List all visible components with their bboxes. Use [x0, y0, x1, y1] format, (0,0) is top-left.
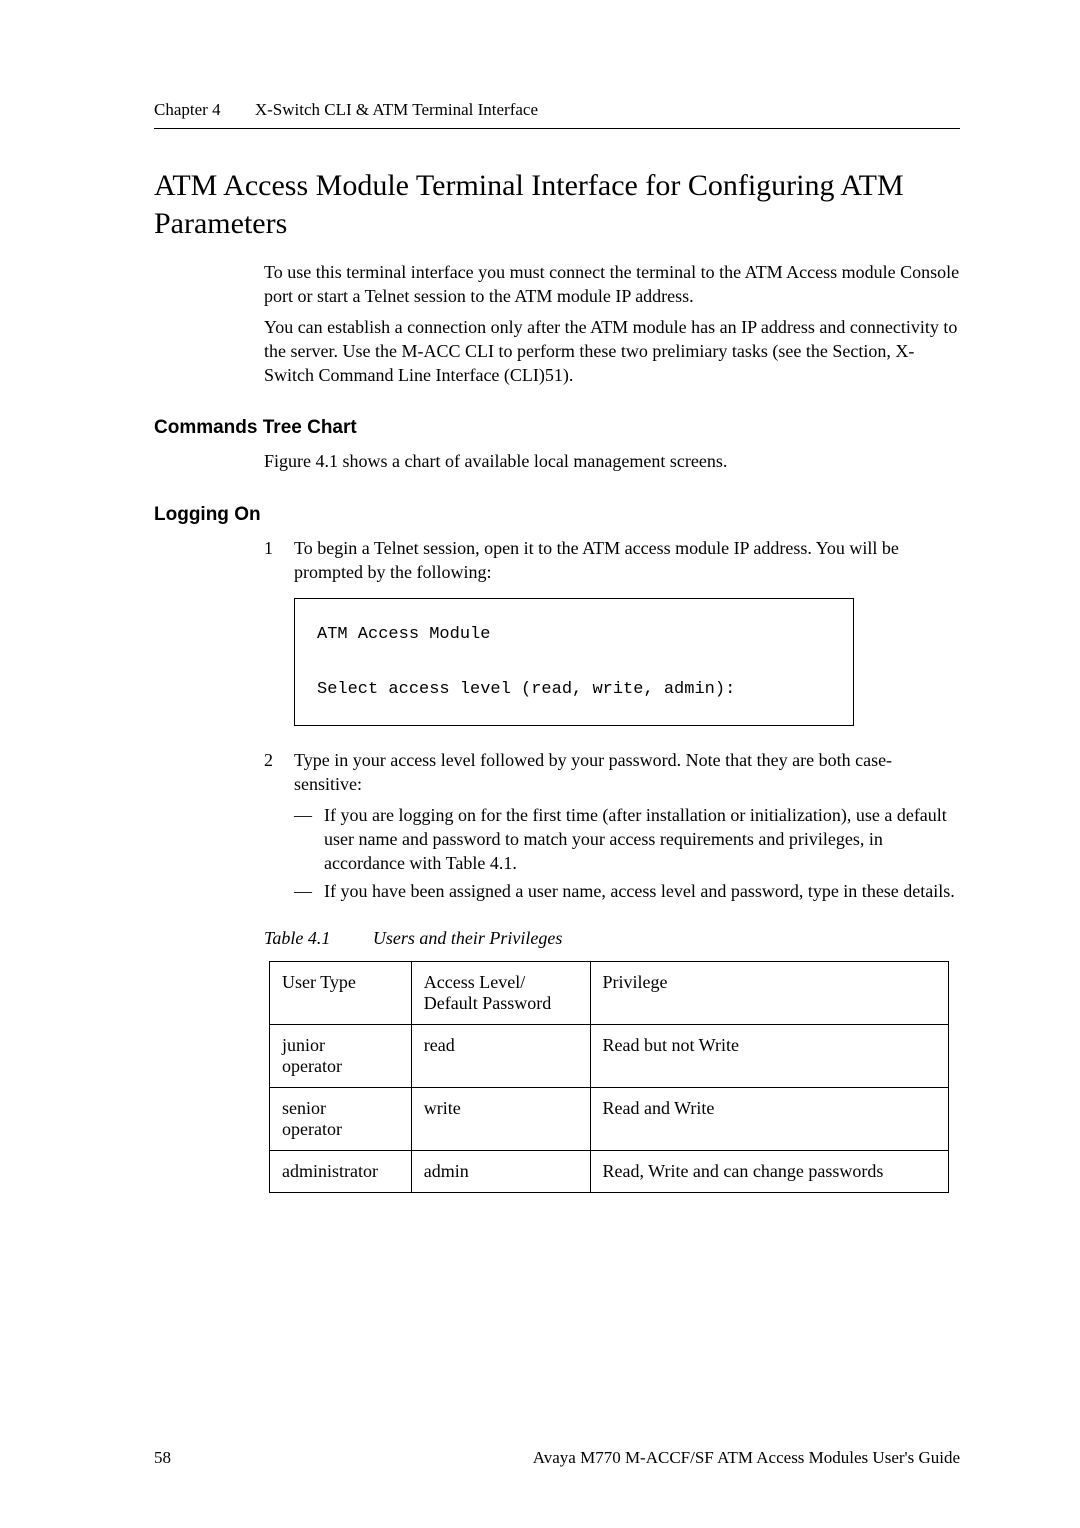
table-header-row: User Type Access Level/ Default Password…	[270, 961, 949, 1024]
step-2: 2 Type in your access level followed by …	[264, 748, 960, 908]
dash-icon: —	[294, 879, 324, 903]
chapter-label: Chapter 4	[154, 100, 221, 119]
intro-paragraph-2: You can establish a connection only afte…	[264, 315, 960, 388]
commands-tree-paragraph: Figure 4.1 shows a chart of available lo…	[264, 449, 960, 473]
col-access-level-line1: Access Level/	[424, 972, 525, 992]
running-header: Chapter 4 X-Switch CLI & ATM Terminal In…	[154, 100, 960, 120]
col-privilege: Privilege	[590, 961, 948, 1024]
commands-tree-text: Figure 4.1 shows a chart of available lo…	[264, 449, 960, 473]
privileges-table: User Type Access Level/ Default Password…	[269, 961, 949, 1193]
col-user-type: User Type	[270, 961, 412, 1024]
table-row: junior operator read Read but not Write	[270, 1024, 949, 1087]
step-2-number: 2	[264, 748, 294, 908]
commands-tree-heading: Commands Tree Chart	[154, 417, 960, 439]
cell-access-level: read	[411, 1024, 590, 1087]
doc-title: Avaya M770 M-ACCF/SF ATM Access Modules …	[533, 1448, 960, 1468]
cell-access-level: admin	[411, 1150, 590, 1192]
bullet-2-text: If you have been assigned a user name, a…	[324, 879, 960, 903]
cell-text: senior	[282, 1098, 326, 1118]
step-1: 1 To begin a Telnet session, open it to …	[264, 536, 960, 585]
section-title: ATM Access Module Terminal Interface for…	[154, 167, 960, 242]
bullet-1: — If you are logging on for the first ti…	[294, 803, 960, 876]
table-caption: Table 4.1 Users and their Privileges	[264, 928, 960, 949]
cell-privilege: Read, Write and can change passwords	[590, 1150, 948, 1192]
logging-on-heading: Logging On	[154, 504, 960, 526]
step-2-body: Type in your access level followed by yo…	[294, 748, 960, 908]
step-1-number: 1	[264, 536, 294, 585]
step-2-text: Type in your access level followed by yo…	[294, 750, 892, 794]
table-caption-text: Users and their Privileges	[373, 928, 562, 948]
cell-user-type: junior operator	[270, 1024, 412, 1087]
cell-access-level: write	[411, 1087, 590, 1150]
page-footer: 58 Avaya M770 M-ACCF/SF ATM Access Modul…	[154, 1448, 960, 1468]
page-number: 58	[154, 1448, 171, 1468]
logging-on-steps-cont: 2 Type in your access level followed by …	[264, 748, 960, 908]
dash-icon: —	[294, 803, 324, 876]
cell-user-type: administrator	[270, 1150, 412, 1192]
col-access-level-line2: Default Password	[424, 993, 551, 1013]
table-row: administrator admin Read, Write and can …	[270, 1150, 949, 1192]
cell-text: operator	[282, 1119, 342, 1139]
bullet-2: — If you have been assigned a user name,…	[294, 879, 960, 903]
intro-block: To use this terminal interface you must …	[264, 260, 960, 387]
cell-privilege: Read but not Write	[590, 1024, 948, 1087]
intro-paragraph-1: To use this terminal interface you must …	[264, 260, 960, 309]
bullet-1-text: If you are logging on for the first time…	[324, 803, 960, 876]
col-access-level: Access Level/ Default Password	[411, 961, 590, 1024]
table-row: senior operator write Read and Write	[270, 1087, 949, 1150]
step-1-text: To begin a Telnet session, open it to th…	[294, 536, 960, 585]
step-2-bullets: — If you are logging on for the first ti…	[294, 803, 960, 904]
header-divider	[154, 128, 960, 129]
cell-text: junior	[282, 1035, 325, 1055]
logging-on-steps: 1 To begin a Telnet session, open it to …	[264, 536, 960, 585]
terminal-output-box: ATM Access Module Select access level (r…	[294, 598, 854, 726]
cell-user-type: senior operator	[270, 1087, 412, 1150]
chapter-title: X-Switch CLI & ATM Terminal Interface	[255, 100, 538, 119]
table-caption-number: Table 4.1	[264, 928, 330, 948]
cell-text: operator	[282, 1056, 342, 1076]
cell-privilege: Read and Write	[590, 1087, 948, 1150]
